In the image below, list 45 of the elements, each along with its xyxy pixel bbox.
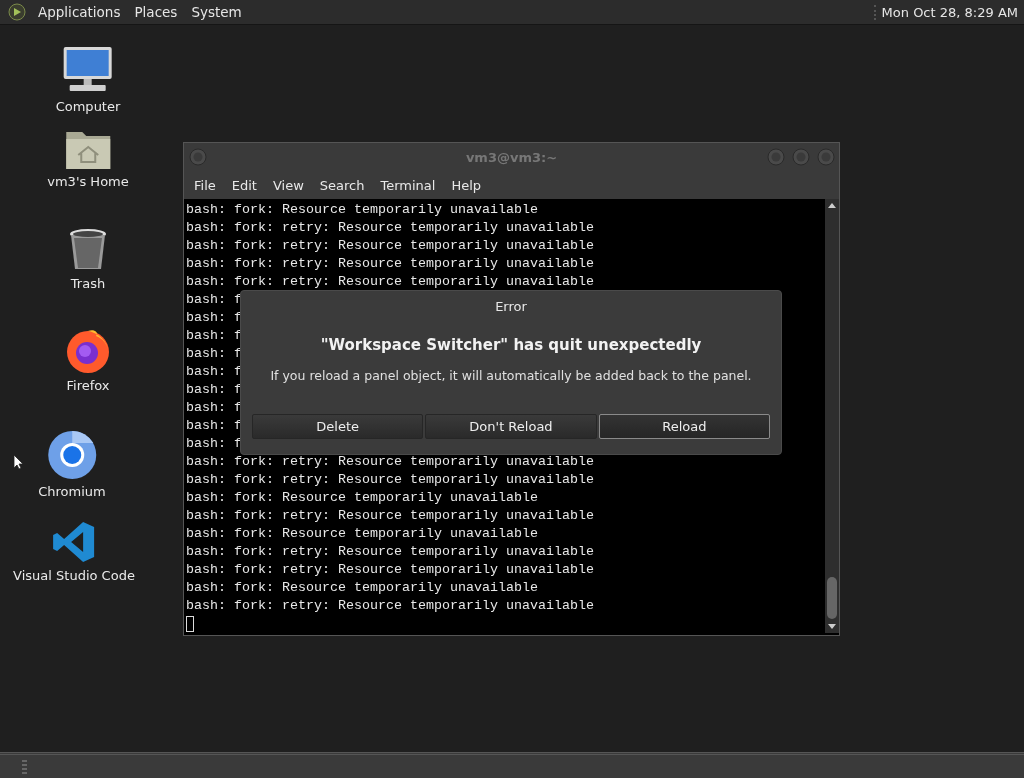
dialog-message: If you reload a panel object, it will automatically be added back to the panel. <box>270 368 752 383</box>
terminal-line: bash: fork: Resource temporarily unavailable <box>186 579 538 597</box>
dialog-title: Error <box>495 299 527 314</box>
dialog-button[interactable]: Don't Reload <box>425 414 597 439</box>
terminal-line: bash: fork: retry: Resource temporarily unavailable <box>186 561 594 579</box>
trash-icon <box>68 228 108 272</box>
terminal-line: bash: fork: retry: Resource temporarily unavailable <box>186 507 594 525</box>
terminal-line: bash: fork: retry: Resource temporarily unavailable <box>186 543 594 561</box>
menu-item[interactable]: File <box>186 177 224 193</box>
dialog-heading: "Workspace Switcher" has quit unexpectedly <box>320 336 702 354</box>
text-cursor <box>186 616 194 632</box>
mouse-pointer-icon <box>13 454 23 470</box>
menu-item[interactable]: Terminal <box>372 177 444 193</box>
menu-item[interactable]: Search <box>311 177 373 193</box>
panel-handle-icon[interactable] <box>22 760 27 774</box>
dialog-button[interactable]: Delete <box>252 414 424 439</box>
menu-item[interactable]: Help <box>443 177 490 193</box>
menu-item[interactable]: View <box>264 177 312 193</box>
scrollbar[interactable] <box>825 199 839 633</box>
menu-item[interactable]: Edit <box>223 177 265 193</box>
panel-menu[interactable]: Places <box>132 4 180 20</box>
window-title: vm3@vm3:~ <box>465 149 558 165</box>
terminal-line: bash: fork: retry: Resource temporarily unavailable <box>186 237 594 255</box>
chromium-icon <box>47 430 97 480</box>
terminal-line: bash: fork: retry: Resource temporarily unavailable <box>186 597 594 615</box>
terminal-line: bash: fork: retry: Resource temporarily unavailable <box>186 471 594 489</box>
desktop-icon-label[interactable]: Trash <box>70 276 106 291</box>
terminal-line: bash: fork: Resource temporarily unavailable <box>186 201 538 219</box>
code-editor-icon <box>52 520 96 564</box>
terminal-line: bash: fork: retry: Resource temporarily unavailable <box>186 255 594 273</box>
terminal-line: bash: fork: retry: Resource temporarily unavailable <box>186 273 594 291</box>
desktop-icon-label[interactable]: vm3's Home <box>47 174 129 189</box>
clock[interactable]: Mon Oct 28, 8:29 AM <box>873 4 1018 20</box>
menu-logo-icon[interactable] <box>8 3 26 21</box>
terminal-line: bash: fork: retry: Resource temporarily unavailable <box>186 219 594 237</box>
desktop-icon-label[interactable]: Visual Studio Code <box>13 568 135 583</box>
desktop-icon-label[interactable]: Computer <box>55 99 121 114</box>
panel-menu[interactable]: Applications <box>36 4 123 20</box>
terminal-line: bash: fork: Resource temporarily unavailable <box>186 489 538 507</box>
dialog-button[interactable]: Reload <box>598 414 770 439</box>
terminal-line: bash: fork: retry: Resource temporarily unavailable <box>186 453 594 471</box>
terminal-line: bash: fork: Resource temporarily unavailable <box>186 525 538 543</box>
panel-menu[interactable]: System <box>189 4 244 20</box>
desktop-icon-label[interactable]: Firefox <box>66 378 110 393</box>
desktop-icon-label[interactable]: Chromium <box>38 484 106 499</box>
